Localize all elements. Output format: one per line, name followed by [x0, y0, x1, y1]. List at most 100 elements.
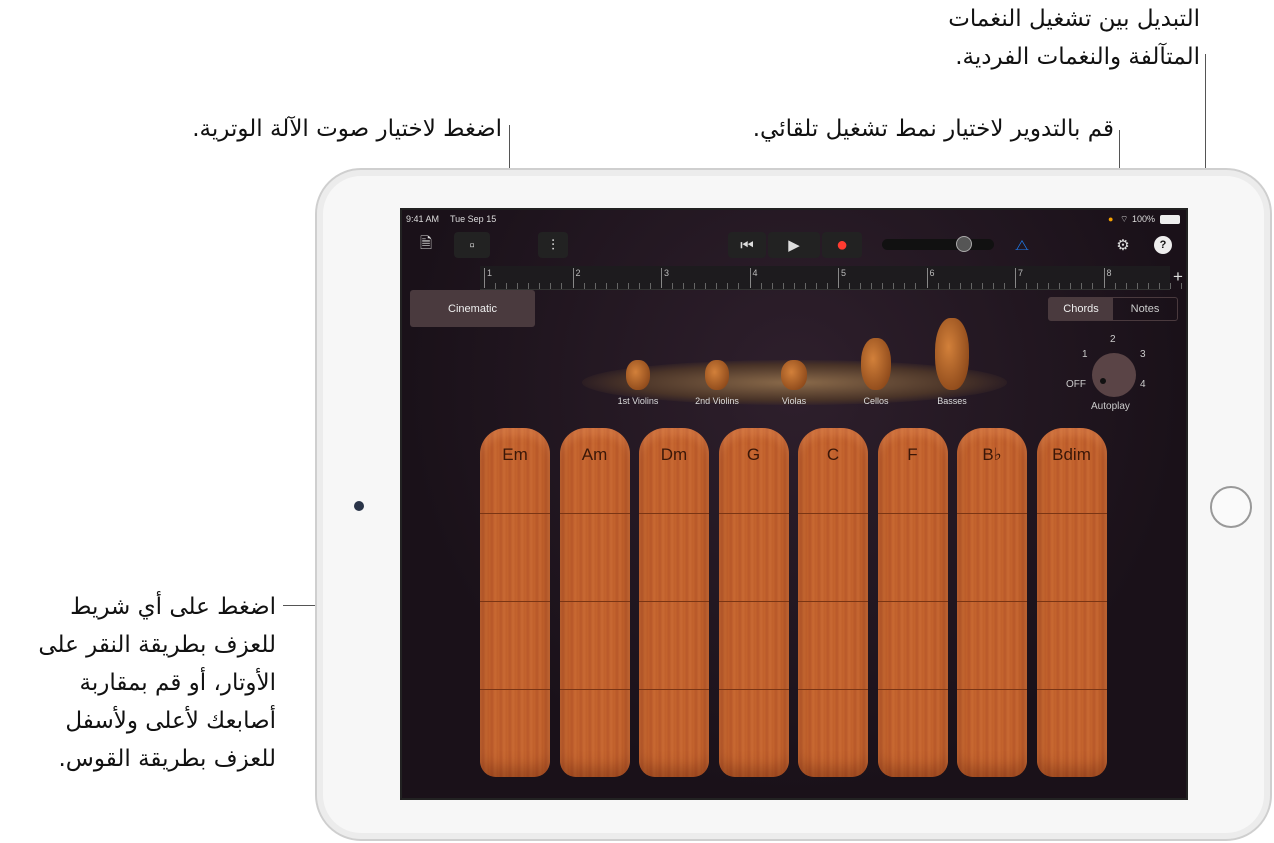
autoplay-1: 1 — [1082, 349, 1088, 360]
knob-indicator — [1100, 378, 1106, 384]
chord-strip-7[interactable]: Bdim — [1036, 428, 1107, 777]
strip-divider — [639, 513, 709, 514]
callout-line: المتآلفة والنغمات الفردية. — [955, 44, 1200, 70]
string-instrument-icon — [935, 318, 969, 390]
home-button[interactable] — [1210, 486, 1252, 528]
ruler-tick — [937, 283, 939, 289]
instrument-label: Basses — [937, 396, 967, 406]
ruler-tick — [716, 283, 717, 289]
ruler-tick — [550, 283, 551, 289]
chord-label: Dm — [660, 445, 688, 464]
record-icon[interactable]: ● — [822, 232, 862, 258]
chord-strip-1[interactable]: Am — [559, 428, 630, 777]
settings-icon[interactable]: ⚙ — [1112, 232, 1134, 258]
instrument-2nd-violins[interactable]: 2nd Violins — [687, 360, 747, 406]
mixer-icon[interactable]: ⫶ — [538, 232, 568, 258]
callout-line: للعزف بطريقة النقر على — [38, 632, 276, 658]
strip-divider — [559, 513, 630, 514]
autoplay-label: Autoplay — [1091, 401, 1130, 412]
ruler-tick — [871, 283, 872, 289]
ruler-tick — [605, 283, 607, 289]
view-toggle-icon[interactable]: ▫ — [454, 232, 490, 258]
volume-thumb[interactable] — [956, 236, 972, 252]
chord-label: Em — [502, 445, 528, 464]
recording-dot-icon: ● — [1108, 214, 1114, 224]
ruler-tick — [506, 283, 507, 289]
ruler-tick — [893, 283, 894, 289]
ruler-bar-1: 1 — [484, 268, 492, 288]
ruler-tick — [826, 283, 828, 289]
ruler-tick — [793, 283, 795, 289]
status-time: 9:41 AM — [406, 214, 440, 224]
ruler-tick — [627, 283, 629, 289]
callout-line: التبديل بين تشغيل النغمات — [948, 6, 1200, 32]
ruler-tick — [727, 283, 728, 289]
add-track-button[interactable]: + — [1168, 267, 1186, 289]
ruler-tick — [970, 283, 972, 289]
instrument-cellos[interactable]: Cellos — [846, 338, 906, 406]
ruler-tick — [1125, 283, 1127, 289]
instrument-label: 1st Violins — [617, 396, 659, 406]
strip-divider — [480, 601, 550, 602]
instrument-1st-violins[interactable]: 1st Violins — [608, 360, 668, 406]
ruler-tick — [771, 283, 773, 289]
chord-label: G — [746, 445, 761, 464]
instrument-violas[interactable]: Violas — [764, 360, 824, 406]
strip-divider — [1036, 601, 1107, 602]
ruler-tick — [495, 283, 496, 289]
ruler-tick — [1158, 283, 1160, 289]
chord-strip-5[interactable]: F — [877, 428, 948, 777]
help-icon[interactable]: ? — [1154, 236, 1172, 254]
ruler-bar-2: 2 — [572, 268, 581, 288]
autoplay-off: OFF — [1066, 379, 1086, 390]
chord-strip-0[interactable]: Em — [480, 428, 550, 777]
chords-button[interactable]: Chords — [1049, 298, 1113, 320]
autoplay-knob[interactable] — [1092, 353, 1136, 397]
ruler-tick — [539, 283, 540, 289]
callout-line: اضغط على أي شريط — [70, 594, 276, 620]
chord-strip-6[interactable]: B♭ — [957, 428, 1027, 777]
ruler-tick — [1026, 283, 1027, 289]
notes-button[interactable]: Notes — [1113, 298, 1177, 320]
chord-strip-2[interactable]: Dm — [639, 428, 709, 777]
chord-strip-4[interactable]: C — [798, 428, 868, 777]
play-icon[interactable]: ▶ — [768, 232, 820, 258]
strip-divider — [639, 601, 709, 602]
ruler-tick — [1048, 283, 1049, 289]
strip-divider — [639, 689, 709, 690]
strip-divider — [798, 513, 868, 514]
sound-button[interactable]: Cinematic — [410, 290, 535, 327]
callout-chords-notes: التبديل بين تشغيل النغمات المتآلفة والنغ… — [948, 0, 1200, 76]
chords-notes-switch[interactable]: Chords Notes — [1048, 297, 1178, 321]
ruler-tick — [1003, 283, 1005, 289]
string-instrument-icon — [781, 360, 807, 390]
ruler-tick — [638, 283, 640, 289]
document-icon[interactable]: 🗎 — [412, 232, 440, 258]
string-instrument-icon — [861, 338, 891, 390]
callout-sound: اضغط لاختيار صوت الآلة الوترية. — [192, 116, 502, 142]
volume-slider[interactable] — [882, 236, 994, 252]
strip-divider — [559, 601, 630, 602]
metronome-icon[interactable]: ⧍ — [1010, 232, 1034, 258]
callout-strips: اضغط على أي شريط للعزف بطريقة النقر على … — [38, 588, 276, 778]
strip-divider — [957, 513, 1027, 514]
chord-strip-3[interactable]: G — [718, 428, 789, 777]
callout-line: للعزف بطريقة القوس. — [58, 746, 276, 772]
chord-label: F — [907, 445, 918, 464]
ruler-tick — [992, 283, 994, 289]
ruler-bar-8: 8 — [1103, 268, 1112, 288]
callout-line: أصابعك لأعلى ولأسفل — [65, 708, 276, 734]
strip-divider — [559, 689, 630, 690]
strip-divider — [798, 689, 868, 690]
instrument-basses[interactable]: Basses — [922, 318, 982, 406]
chord-label: B♭ — [982, 445, 1002, 464]
ruler-tick — [738, 283, 739, 289]
ruler-tick — [1081, 283, 1082, 289]
rewind-icon[interactable]: ⏮ — [728, 232, 766, 258]
ruler-tick — [959, 283, 961, 289]
ruler-tick — [1092, 283, 1093, 289]
ruler-tick — [904, 283, 905, 289]
ruler-tick — [528, 283, 529, 289]
strip-divider — [877, 601, 948, 602]
timeline-ruler[interactable]: 1 2 3 4 5 6 7 8 — [480, 266, 1182, 290]
